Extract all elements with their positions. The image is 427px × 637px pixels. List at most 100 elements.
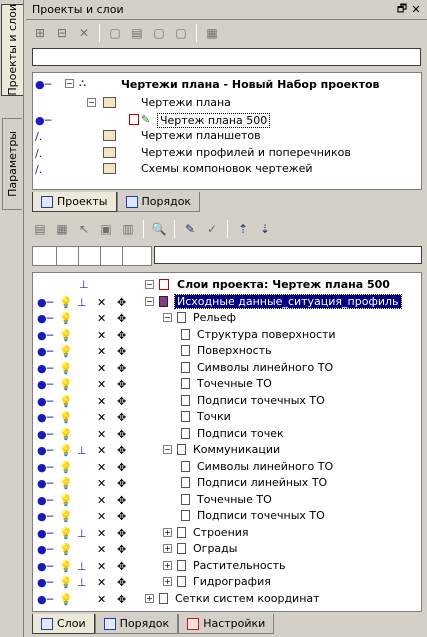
visibility-bulb-icon[interactable]: 💡 — [59, 494, 73, 507]
snap-cross-icon[interactable]: ✥ — [117, 312, 126, 325]
float-icon[interactable]: 🗗 — [395, 0, 409, 19]
tree-row[interactable]: − Чертежи плана — [33, 95, 421, 112]
layer-row[interactable]: ●─ 💡 ✕ ✥ − Рельеф — [33, 310, 421, 327]
collapse-icon[interactable]: − — [65, 79, 74, 88]
layer-row[interactable]: ●─ 💡 ⊥ ✕ ✥ − Коммуникации — [33, 442, 421, 459]
visibility-bulb-icon[interactable]: 💡 — [59, 395, 73, 408]
add-child-icon[interactable]: ⊟ — [52, 23, 72, 43]
freeze-icon[interactable]: ⊥ — [77, 444, 87, 457]
projects-filter-input[interactable] — [32, 48, 421, 66]
visibility-bulb-icon[interactable]: 💡 — [59, 593, 73, 606]
layer-row[interactable]: ●─ 💡 ⊥ ✕ ✥ − Исходные данные_ситуация_профиль — [33, 293, 421, 311]
snap-cross-icon[interactable]: ✥ — [117, 345, 126, 358]
visibility-bulb-icon[interactable]: 💡 — [59, 411, 73, 424]
link-icon[interactable]: ●─ — [37, 428, 53, 441]
layer-row[interactable]: ●─ 💡 ✕ ✥ Структура поверхности — [33, 327, 421, 344]
add-set-icon[interactable]: ⊞ — [30, 23, 50, 43]
lock-x-icon[interactable]: ✕ — [97, 560, 106, 573]
expand-icon[interactable]: + — [145, 593, 154, 603]
collapse-icon[interactable]: − — [163, 313, 172, 322]
link-icon[interactable]: ●─ — [37, 362, 53, 375]
visibility-bulb-icon[interactable]: 💡 — [59, 510, 73, 523]
link-icon[interactable]: ●─ — [37, 411, 53, 424]
lock-x-icon[interactable]: ✕ — [97, 411, 106, 424]
visibility-bulb-icon[interactable]: 💡 — [59, 543, 73, 556]
lock-x-icon[interactable]: ✕ — [97, 428, 106, 441]
lock-x-icon[interactable]: ✕ — [97, 362, 106, 375]
link-icon[interactable]: ●─ — [37, 560, 53, 573]
layer-row[interactable]: ●─ 💡 ✕ ✥ Поверхность — [33, 343, 421, 360]
pencil-icon[interactable]: ✎ — [180, 219, 200, 239]
filter-cell[interactable] — [33, 247, 57, 265]
visibility-bulb-icon[interactable]: 💡 — [59, 345, 73, 358]
link-icon[interactable]: ●─ — [37, 593, 53, 606]
snap-cross-icon[interactable]: ✥ — [117, 576, 126, 589]
snap-cross-icon[interactable]: ✥ — [117, 477, 126, 490]
link-icon[interactable]: ●─ — [37, 444, 53, 457]
lock-x-icon[interactable]: ✕ — [97, 395, 106, 408]
layers-filter-input[interactable] — [154, 246, 422, 264]
close-icon[interactable]: ✕ — [409, 3, 423, 16]
collapse-icon[interactable]: − — [163, 445, 172, 454]
visibility-bulb-icon[interactable]: 💡 — [59, 444, 73, 457]
snap-cross-icon[interactable]: ✥ — [117, 378, 126, 391]
visibility-bulb-icon[interactable]: 💡 — [59, 527, 73, 540]
new-doc-icon[interactable]: ▢ — [105, 23, 125, 43]
move-up-icon[interactable]: ⇡ — [233, 219, 253, 239]
lock-x-icon[interactable]: ✕ — [97, 345, 106, 358]
side-tab-params[interactable]: Параметры — [2, 118, 22, 210]
filter-cell[interactable] — [101, 247, 123, 265]
tree-row[interactable]: ∕. Чертежи планшетов — [33, 128, 421, 145]
doc-icon[interactable]: ▢ — [149, 23, 169, 43]
layer-row[interactable]: ●─ 💡 ✕ ✥ Символы линейного ТО — [33, 459, 421, 476]
layer-row[interactable]: ●─ 💡 ✕ ✥ Подписи линейных ТО — [33, 475, 421, 492]
tree-row[interactable]: ●─ ✎ Чертеж плана 500 — [33, 112, 421, 129]
layer-row[interactable]: ●─ 💡 ✕ ✥ Подписи точек — [33, 426, 421, 443]
link-icon[interactable]: ●─ — [37, 576, 53, 589]
collapse-icon[interactable]: − — [87, 98, 96, 107]
lock-x-icon[interactable]: ✕ — [97, 444, 106, 457]
collapse-icon[interactable]: − — [145, 280, 154, 289]
visibility-bulb-icon[interactable]: 💡 — [59, 362, 73, 375]
snap-cross-icon[interactable]: ✥ — [117, 510, 126, 523]
layer-row[interactable]: ●─ 💡 ✕ ✥ Точечные ТО — [33, 376, 421, 393]
tab-settings[interactable]: Настройки — [178, 614, 275, 634]
lock-x-icon[interactable]: ✕ — [97, 461, 106, 474]
snap-cross-icon[interactable]: ✥ — [117, 494, 126, 507]
layer-row[interactable]: ●─ 💡 ⊥ ✕ ✥ + Гидрография — [33, 574, 421, 591]
filter-cell[interactable] — [123, 247, 145, 265]
link-icon[interactable]: ●─ — [37, 312, 53, 325]
layer-root-row[interactable]: ⊥ − Слои проекта: Чертеж плана 500 — [33, 277, 421, 294]
visibility-bulb-icon[interactable]: 💡 — [59, 378, 73, 391]
collapse-icon[interactable]: − — [145, 296, 154, 306]
freeze-icon[interactable]: ⊥ — [77, 576, 87, 589]
lock-x-icon[interactable]: ✕ — [97, 296, 106, 309]
check-icon[interactable]: ✓ — [202, 219, 222, 239]
link-icon[interactable]: ●─ — [37, 494, 53, 507]
grid-icon[interactable]: ▥ — [118, 219, 138, 239]
lock-x-icon[interactable]: ✕ — [97, 576, 106, 589]
lock-x-icon[interactable]: ✕ — [97, 329, 106, 342]
brush-icon[interactable]: ↖ — [74, 219, 94, 239]
link-icon[interactable]: ●─ — [37, 395, 53, 408]
layer-row[interactable]: ●─ 💡 ✕ ✥ Точечные ТО — [33, 492, 421, 509]
lock-x-icon[interactable]: ✕ — [97, 312, 106, 325]
layer-row[interactable]: ●─ 💡 ✕ ✥ Подписи точечных ТО — [33, 508, 421, 525]
snap-cross-icon[interactable]: ✥ — [117, 527, 126, 540]
link-icon[interactable]: ●─ — [37, 461, 53, 474]
snap-cross-icon[interactable]: ✥ — [117, 543, 126, 556]
filter-cell[interactable] — [57, 247, 79, 265]
lock-x-icon[interactable]: ✕ — [97, 378, 106, 391]
snap-cross-icon[interactable]: ✥ — [117, 560, 126, 573]
layer-row[interactable]: ●─ 💡 ⊥ ✕ ✥ + Растительность — [33, 558, 421, 575]
lock-x-icon[interactable]: ✕ — [97, 510, 106, 523]
link-icon[interactable]: ●─ — [37, 477, 53, 490]
link-icon[interactable]: ●─ — [37, 345, 53, 358]
doc-copy-icon[interactable]: ▢ — [171, 23, 191, 43]
link-icon[interactable]: ●─ — [37, 527, 53, 540]
tree-row[interactable]: ∕. Схемы компоновок чертежей — [33, 161, 421, 178]
move-down-icon[interactable]: ⇣ — [255, 219, 275, 239]
link-icon[interactable]: ●─ — [37, 510, 53, 523]
layer-row[interactable]: ●─ 💡 ✕ ✥ Точки — [33, 409, 421, 426]
visibility-bulb-icon[interactable]: 💡 — [59, 296, 73, 309]
